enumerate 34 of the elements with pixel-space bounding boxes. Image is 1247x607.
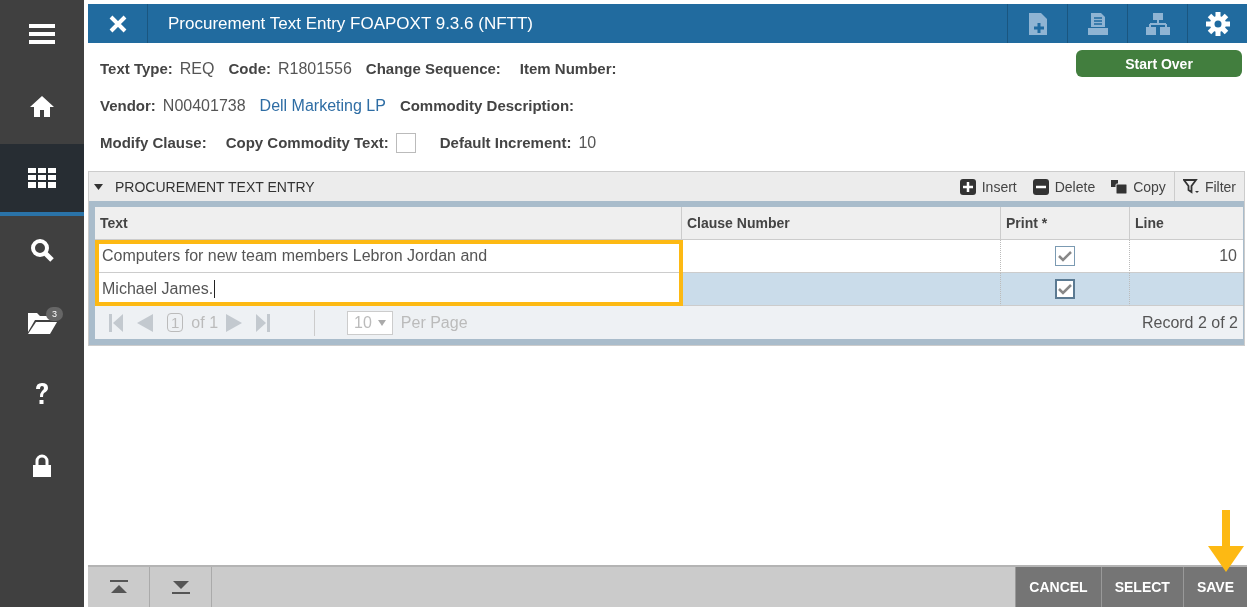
footer-button[interactable]: SAVE: [1182, 567, 1247, 607]
per-page-label: Per Page: [400, 313, 468, 332]
field-value: 10: [578, 133, 597, 152]
field-value: N00401738: [162, 96, 246, 115]
sidebar-item[interactable]: 3: [0, 288, 84, 360]
field-label: Copy Commodity Text:: [225, 134, 389, 151]
field-label: Item Number:: [519, 60, 617, 77]
footer-button[interactable]: CANCEL: [1015, 567, 1101, 607]
section-title: PROCUREMENT TEXT ENTRY: [115, 178, 315, 195]
table-cell[interactable]: 10: [1129, 240, 1243, 273]
count-badge: 3: [46, 307, 63, 321]
field-label: Vendor:: [100, 97, 156, 114]
field-label: Modify Clause:: [100, 134, 207, 151]
field-label: Text Type:: [100, 60, 173, 77]
field-value: R1801556: [277, 59, 352, 78]
column-header[interactable]: Clause Number: [681, 207, 1000, 240]
field-label: Commodity Description:: [399, 97, 575, 114]
insert-button[interactable]: Insert: [951, 172, 1025, 201]
field-label: Code:: [228, 60, 271, 77]
record-count: Record 2 of 2: [1141, 313, 1238, 332]
line-number: 10: [1219, 247, 1237, 265]
column-header[interactable]: Line: [1129, 207, 1243, 240]
field-label: Change Sequence:: [365, 60, 501, 77]
page-title: Procurement Text Entry FOAPOXT 9.3.6 (NFTT): [167, 12, 534, 35]
field-label: Default Increment:: [439, 134, 572, 151]
field-value: REQ: [179, 59, 215, 78]
vendor-link[interactable]: Dell Marketing LP: [259, 96, 386, 115]
page-count: of 1: [191, 313, 219, 332]
start-over-button[interactable]: Start Over: [1076, 50, 1242, 77]
delete-button[interactable]: Delete: [1024, 172, 1104, 201]
column-header[interactable]: Print *: [1000, 207, 1129, 240]
copy-button[interactable]: Copy: [1103, 172, 1174, 201]
column-header[interactable]: Text: [95, 207, 681, 240]
footer-button[interactable]: SELECT: [1100, 567, 1183, 607]
